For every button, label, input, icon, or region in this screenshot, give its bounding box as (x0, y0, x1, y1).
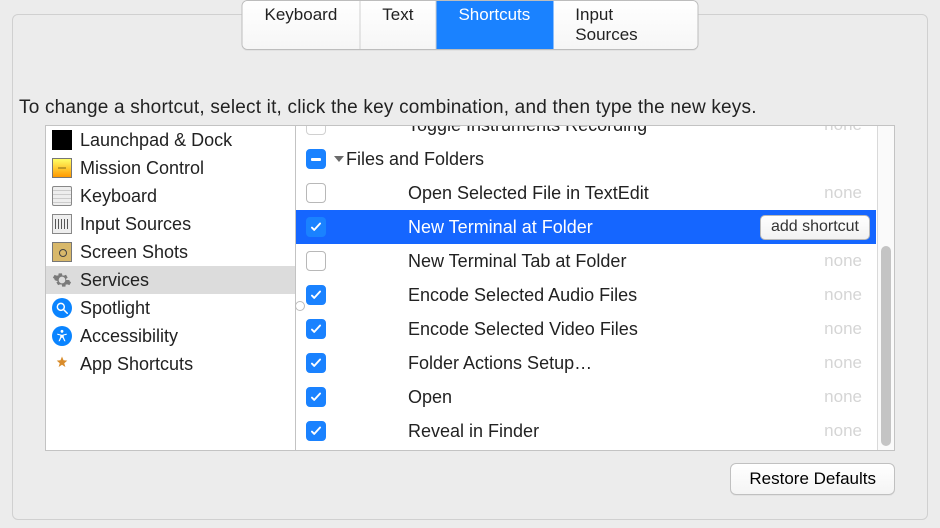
checkbox[interactable] (306, 353, 326, 373)
row-label: New Terminal Tab at Folder (408, 251, 824, 272)
row-label: Reveal in Finder (408, 421, 824, 442)
tab-keyboard[interactable]: Keyboard (243, 1, 361, 49)
category-input-sources[interactable]: Input Sources (46, 210, 295, 238)
shortcut-value: none (824, 126, 876, 135)
services-list: Toggle Instruments RecordingnoneFiles an… (295, 125, 895, 451)
category-services[interactable]: Services (46, 266, 295, 294)
service-row[interactable]: Open Selected File in TextEditnone (296, 176, 876, 210)
group-row[interactable]: Files and Folders (296, 142, 876, 176)
tab-shortcuts[interactable]: Shortcuts (436, 1, 553, 49)
content-body: Launchpad & Dock Mission Control Keyboard I… (45, 125, 895, 451)
service-row[interactable]: Show Info in Findernone (296, 448, 876, 450)
shortcut-value: none (824, 353, 876, 373)
shortcut-value: none (824, 251, 876, 271)
service-row[interactable]: New Terminal at Folderadd shortcut (296, 210, 876, 244)
screen-icon (52, 242, 72, 262)
category-spotlight[interactable]: Spotlight (46, 294, 295, 322)
category-label: Launchpad & Dock (80, 130, 232, 151)
checkbox[interactable] (306, 149, 326, 169)
split-handle[interactable] (295, 301, 305, 311)
restore-defaults-button[interactable]: Restore Defaults (730, 463, 895, 495)
category-accessibility[interactable]: Accessibility (46, 322, 295, 350)
category-label: App Shortcuts (80, 354, 193, 375)
shortcut-value: none (824, 183, 876, 203)
category-app-shortcuts[interactable]: App Shortcuts (46, 350, 295, 378)
checkbox[interactable] (306, 421, 326, 441)
input-icon (52, 214, 72, 234)
row-label: Folder Actions Setup… (408, 353, 824, 374)
instruction-text: To change a shortcut, select it, click t… (19, 97, 757, 119)
category-launchpad-dock[interactable]: Launchpad & Dock (46, 126, 295, 154)
service-row[interactable]: Folder Actions Setup…none (296, 346, 876, 380)
category-keyboard[interactable]: Keyboard (46, 182, 295, 210)
shortcut-value: none (824, 421, 876, 441)
checkbox[interactable] (306, 319, 326, 339)
shortcut-value: none (824, 319, 876, 339)
checkbox[interactable] (306, 285, 326, 305)
tab-input-sources[interactable]: Input Sources (553, 1, 697, 49)
spotlight-icon (52, 298, 72, 318)
category-screen-shots[interactable]: Screen Shots (46, 238, 295, 266)
category-mission-control[interactable]: Mission Control (46, 154, 295, 182)
category-label: Keyboard (80, 186, 157, 207)
category-label: Mission Control (80, 158, 204, 179)
launchpad-icon (52, 130, 72, 150)
checkbox[interactable] (306, 251, 326, 271)
keyboard-icon (52, 186, 72, 206)
tab-bar: KeyboardTextShortcutsInput Sources (242, 0, 699, 50)
shortcut-value: none (824, 285, 876, 305)
shortcut-value: none (824, 387, 876, 407)
add-shortcut-button[interactable]: add shortcut (760, 215, 870, 240)
row-label: Encode Selected Video Files (408, 319, 824, 340)
checkbox[interactable] (306, 387, 326, 407)
row-label: New Terminal at Folder (408, 217, 760, 238)
disclosure-triangle-icon[interactable] (334, 156, 344, 162)
service-row[interactable]: Opennone (296, 380, 876, 414)
category-label: Spotlight (80, 298, 150, 319)
row-label: Toggle Instruments Recording (408, 126, 824, 136)
service-row[interactable]: Toggle Instruments Recordingnone (296, 126, 876, 142)
row-label: Open (408, 387, 824, 408)
category-label: Services (80, 270, 149, 291)
scrollbar-track[interactable] (877, 126, 894, 450)
category-label: Input Sources (80, 214, 191, 235)
service-row[interactable]: New Terminal Tab at Foldernone (296, 244, 876, 278)
service-row[interactable]: Encode Selected Audio Filesnone (296, 278, 876, 312)
category-label: Accessibility (80, 326, 178, 347)
row-label: Open Selected File in TextEdit (408, 183, 824, 204)
scrollbar-thumb[interactable] (881, 246, 891, 446)
preferences-panel: KeyboardTextShortcutsInput Sources To ch… (12, 14, 928, 520)
checkbox[interactable] (306, 217, 326, 237)
services-icon (52, 270, 72, 290)
access-icon (52, 326, 72, 346)
checkbox[interactable] (306, 126, 326, 135)
mission-icon (52, 158, 72, 178)
tab-text[interactable]: Text (360, 1, 436, 49)
category-label: Screen Shots (80, 242, 188, 263)
service-row[interactable]: Reveal in Findernone (296, 414, 876, 448)
service-row[interactable]: Encode Selected Video Filesnone (296, 312, 876, 346)
row-label: Encode Selected Audio Files (408, 285, 824, 306)
app-icon (52, 354, 72, 374)
category-list[interactable]: Launchpad & Dock Mission Control Keyboard I… (45, 125, 295, 451)
row-label: Files and Folders (346, 149, 876, 170)
checkbox[interactable] (306, 183, 326, 203)
